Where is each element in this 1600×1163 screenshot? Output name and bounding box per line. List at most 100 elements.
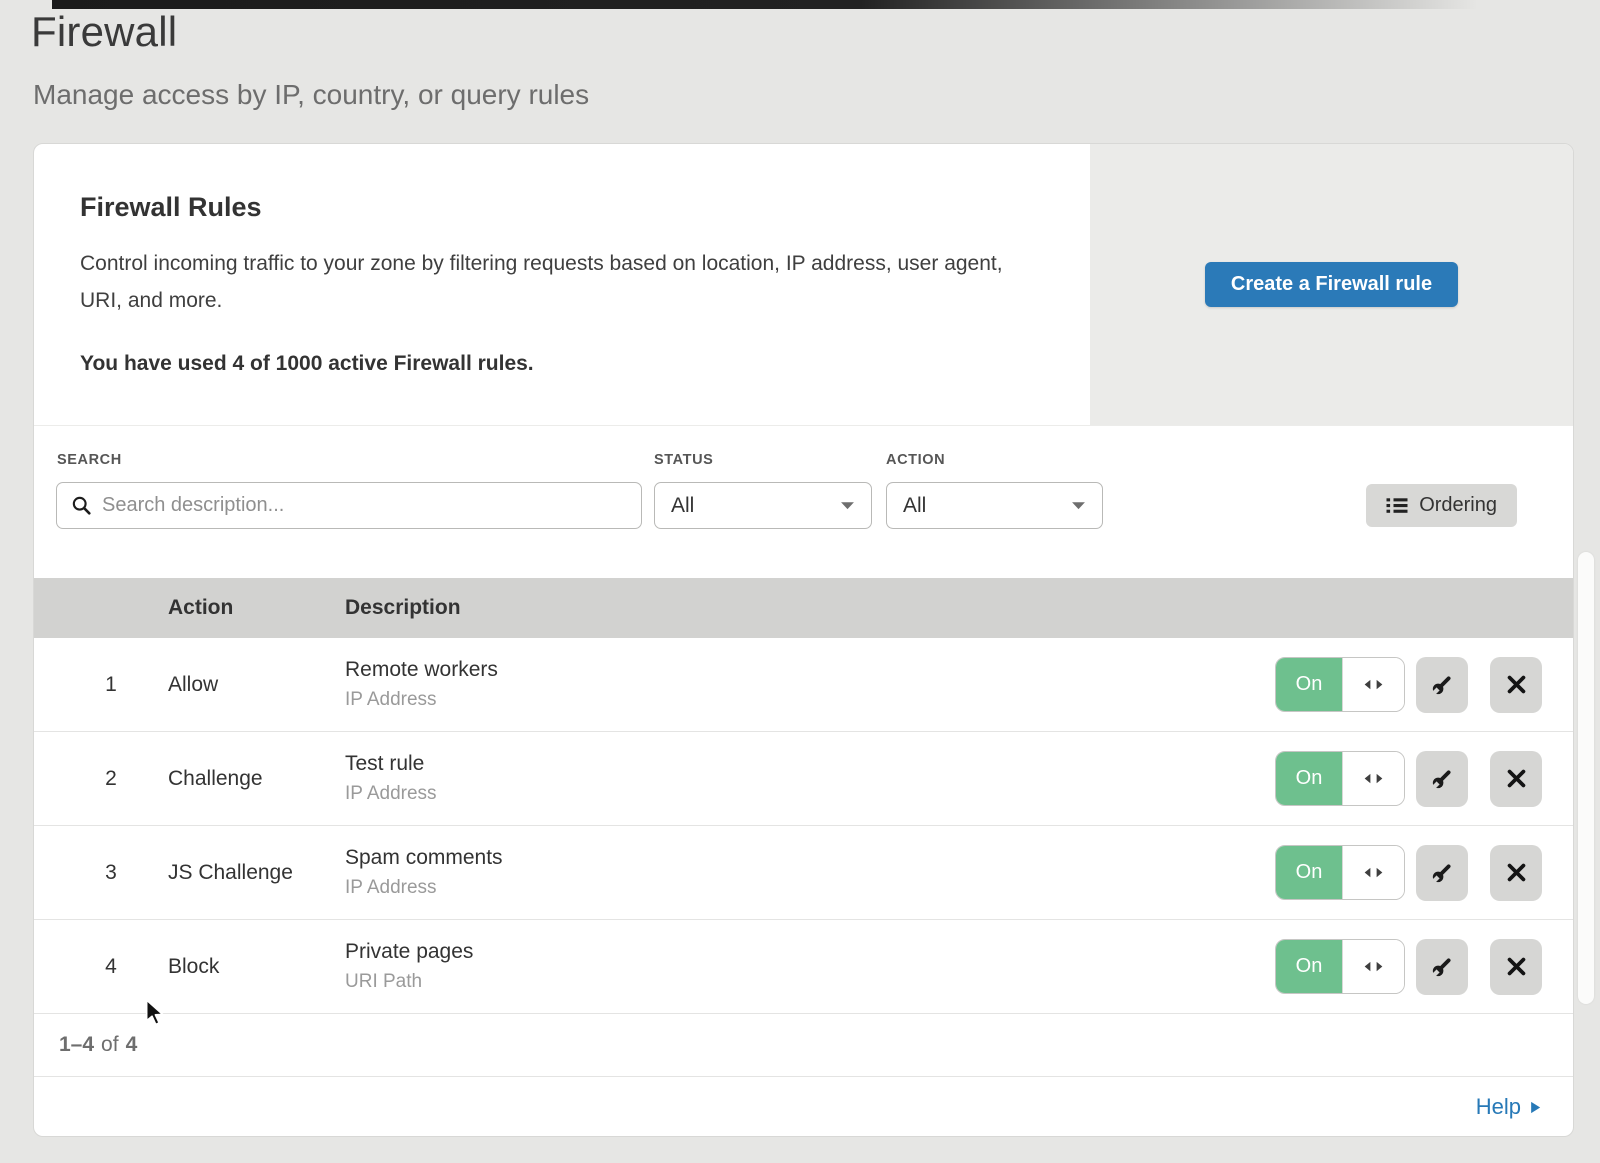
- pagination-total: 4: [126, 1033, 138, 1057]
- wrench-icon: [1429, 859, 1456, 886]
- pagination-of: of: [101, 1033, 119, 1057]
- action-column-header: Action: [168, 596, 345, 620]
- rule-action: JS Challenge: [168, 861, 345, 885]
- rule-match-type: IP Address: [345, 689, 1275, 711]
- rule-enabled-toggle[interactable]: On: [1275, 657, 1405, 712]
- toggle-handle[interactable]: [1342, 752, 1404, 805]
- left-right-arrows-icon: [1361, 958, 1386, 975]
- rule-match-type: URI Path: [345, 971, 1275, 993]
- rule-description-cell: Private pages URI Path: [345, 940, 1275, 993]
- toggle-handle[interactable]: [1342, 940, 1404, 993]
- ordered-list-icon: [1386, 496, 1408, 515]
- rule-description: Spam comments: [345, 846, 1275, 870]
- search-label: SEARCH: [57, 452, 122, 468]
- left-right-arrows-icon: [1361, 770, 1386, 787]
- table-row: 2 Challenge Test rule IP Address On: [34, 732, 1573, 826]
- close-icon: [1506, 956, 1527, 977]
- table-header: Action Description: [34, 578, 1573, 638]
- edit-rule-button[interactable]: [1416, 845, 1468, 901]
- rule-description: Test rule: [345, 752, 1275, 776]
- close-icon: [1506, 674, 1527, 695]
- status-label: STATUS: [654, 452, 713, 468]
- wrench-icon: [1429, 671, 1456, 698]
- search-input[interactable]: [102, 494, 627, 517]
- rule-priority: 1: [34, 673, 168, 697]
- action-select[interactable]: All: [886, 482, 1103, 529]
- toggle-on-label: On: [1276, 752, 1342, 805]
- rule-controls: On: [1275, 845, 1542, 901]
- window-top-edge: [52, 0, 1522, 9]
- pagination-range: 1–4: [59, 1033, 94, 1057]
- toggle-handle[interactable]: [1342, 846, 1404, 899]
- rule-priority: 2: [34, 767, 168, 791]
- delete-rule-button[interactable]: [1490, 751, 1542, 807]
- table-row: 3 JS Challenge Spam comments IP Address …: [34, 826, 1573, 920]
- rule-description-cell: Test rule IP Address: [345, 752, 1275, 805]
- rule-enabled-toggle[interactable]: On: [1275, 939, 1405, 994]
- toggle-on-label: On: [1276, 658, 1342, 711]
- wrench-icon: [1429, 953, 1456, 980]
- search-box[interactable]: [56, 482, 642, 529]
- edit-rule-button[interactable]: [1416, 657, 1468, 713]
- right-triangle-icon: [1530, 1101, 1541, 1114]
- edit-rule-button[interactable]: [1416, 751, 1468, 807]
- chevron-down-icon: [1071, 501, 1086, 510]
- overview-section: Firewall Rules Control incoming traffic …: [34, 144, 1573, 426]
- rule-match-type: IP Address: [345, 877, 1275, 899]
- action-label: ACTION: [886, 452, 945, 468]
- help-link[interactable]: Help: [1476, 1094, 1541, 1120]
- toggle-handle[interactable]: [1342, 658, 1404, 711]
- page-subtitle: Manage access by IP, country, or query r…: [33, 79, 589, 111]
- overview-info: Firewall Rules Control incoming traffic …: [80, 144, 1080, 376]
- rule-description: Private pages: [345, 940, 1275, 964]
- page-title: Firewall: [31, 8, 177, 56]
- create-firewall-rule-button[interactable]: Create a Firewall rule: [1205, 262, 1458, 307]
- help-link-label: Help: [1476, 1094, 1521, 1120]
- table-row: 4 Block Private pages URI Path On: [34, 920, 1573, 1014]
- status-select-value: All: [671, 494, 694, 518]
- pagination-summary: 1–4 of 4: [34, 1014, 1573, 1077]
- rule-controls: On: [1275, 657, 1542, 713]
- rule-description: Remote workers: [345, 658, 1275, 682]
- delete-rule-button[interactable]: [1490, 657, 1542, 713]
- rule-action: Challenge: [168, 767, 345, 791]
- delete-rule-button[interactable]: [1490, 845, 1542, 901]
- rule-enabled-toggle[interactable]: On: [1275, 845, 1405, 900]
- toggle-on-label: On: [1276, 940, 1342, 993]
- rule-action: Block: [168, 955, 345, 979]
- rule-match-type: IP Address: [345, 783, 1275, 805]
- firewall-rules-card: Firewall Rules Control incoming traffic …: [33, 143, 1574, 1137]
- rule-action: Allow: [168, 673, 345, 697]
- rule-controls: On: [1275, 751, 1542, 807]
- description-column-header: Description: [345, 596, 1573, 620]
- rule-enabled-toggle[interactable]: On: [1275, 751, 1405, 806]
- left-right-arrows-icon: [1361, 676, 1386, 693]
- search-icon: [71, 495, 92, 516]
- toggle-on-label: On: [1276, 846, 1342, 899]
- filters-bar: SEARCH STATUS All ACTION All: [34, 426, 1573, 578]
- scrollbar[interactable]: [1578, 552, 1594, 1004]
- rule-description-cell: Remote workers IP Address: [345, 658, 1275, 711]
- left-right-arrows-icon: [1361, 864, 1386, 881]
- close-icon: [1506, 768, 1527, 789]
- table-row: 1 Allow Remote workers IP Address On: [34, 638, 1573, 732]
- delete-rule-button[interactable]: [1490, 939, 1542, 995]
- rule-priority: 3: [34, 861, 168, 885]
- rule-priority: 4: [34, 955, 168, 979]
- firewall-page: Firewall Manage access by IP, country, o…: [0, 0, 1600, 1163]
- close-icon: [1506, 862, 1527, 883]
- ordering-button[interactable]: Ordering: [1366, 484, 1517, 527]
- rules-usage-text: You have used 4 of 1000 active Firewall …: [80, 352, 1080, 376]
- overview-description: Control incoming traffic to your zone by…: [80, 245, 1030, 319]
- rule-description-cell: Spam comments IP Address: [345, 846, 1275, 899]
- wrench-icon: [1429, 765, 1456, 792]
- status-select[interactable]: All: [654, 482, 872, 529]
- overview-action-panel: Create a Firewall rule: [1090, 144, 1573, 425]
- chevron-down-icon: [840, 501, 855, 510]
- edit-rule-button[interactable]: [1416, 939, 1468, 995]
- action-select-value: All: [903, 494, 926, 518]
- overview-title: Firewall Rules: [80, 192, 1080, 223]
- rule-controls: On: [1275, 939, 1542, 995]
- help-row: Help: [34, 1077, 1573, 1137]
- ordering-button-label: Ordering: [1419, 494, 1497, 517]
